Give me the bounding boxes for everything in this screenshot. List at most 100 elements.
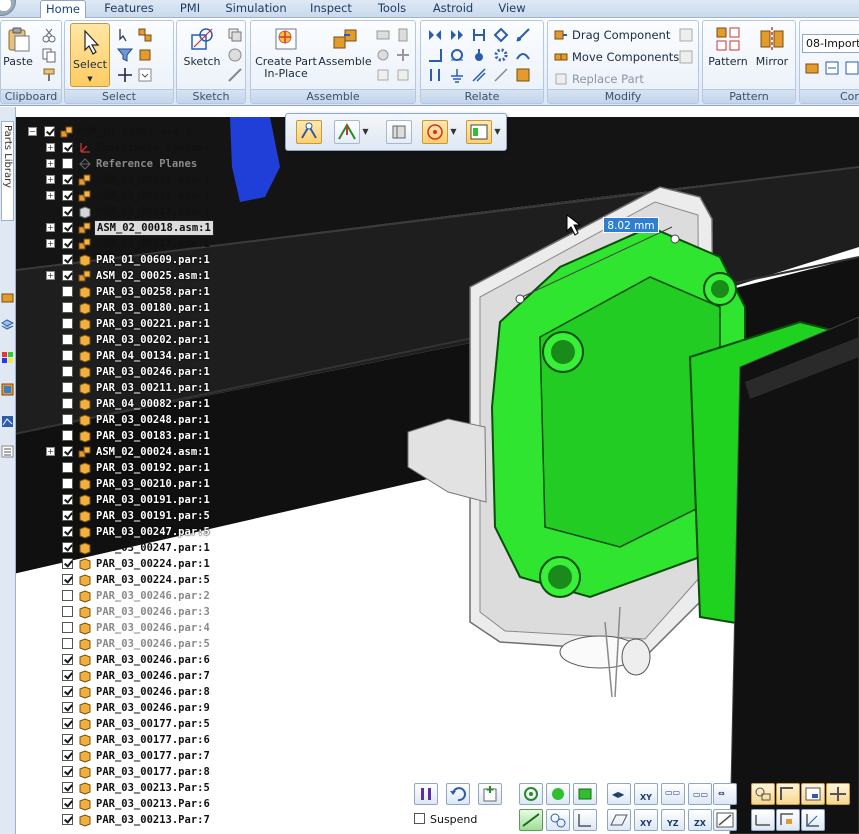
sketch-line-icon[interactable] xyxy=(227,67,243,83)
visibility-checkbox[interactable] xyxy=(62,334,73,345)
create-part-in-place-button[interactable]: Create Part In-Place xyxy=(255,25,317,80)
tab-pmi[interactable]: PMI xyxy=(172,0,208,18)
visibility-checkbox[interactable] xyxy=(62,286,73,297)
insert-icon[interactable] xyxy=(493,27,509,43)
axial-align-icon[interactable] xyxy=(471,27,487,43)
visibility-checkbox[interactable] xyxy=(62,734,73,745)
tab-astroid[interactable]: Astroid xyxy=(428,0,478,18)
expand-icon[interactable]: + xyxy=(46,223,55,232)
visibility-checkbox[interactable] xyxy=(62,654,73,665)
pattern-button[interactable]: Pattern xyxy=(707,25,749,68)
modify-tool-icon-2[interactable] xyxy=(678,49,694,65)
visibility-checkbox[interactable] xyxy=(62,494,73,505)
expand-icon[interactable]: + xyxy=(46,175,55,184)
expand-icon[interactable]: + xyxy=(46,239,55,248)
visibility-checkbox[interactable] xyxy=(62,478,73,489)
visibility-checkbox[interactable] xyxy=(62,702,73,713)
connect-icon[interactable] xyxy=(515,27,531,43)
tab-simulation[interactable]: Simulation xyxy=(220,0,292,18)
move-x-button[interactable]: ◀▶ xyxy=(607,783,631,805)
visibility-checkbox[interactable] xyxy=(62,622,73,633)
rigid-set-icon[interactable] xyxy=(471,67,487,83)
view-options-button-1[interactable] xyxy=(751,783,775,805)
select-button[interactable]: Select ▼ xyxy=(70,23,110,87)
visibility-checkbox[interactable] xyxy=(62,302,73,313)
visibility-checkbox[interactable] xyxy=(62,270,73,281)
visibility-checkbox[interactable] xyxy=(62,430,73,441)
assemble-tool-icon-1[interactable] xyxy=(375,27,391,43)
visibility-checkbox[interactable] xyxy=(62,558,73,569)
select-cross-icon[interactable] xyxy=(117,67,133,83)
assemble-button[interactable]: Assemble xyxy=(317,25,373,68)
assemble-tool-icon-5[interactable] xyxy=(375,67,391,83)
tab-home[interactable]: Home xyxy=(40,0,86,19)
collapse-icon[interactable]: − xyxy=(28,127,37,136)
drag-component-button[interactable]: Drag Component xyxy=(552,26,670,44)
assemble-tool-icon-3[interactable] xyxy=(375,47,391,63)
component-filter-button[interactable] xyxy=(386,120,412,144)
axis-select-button[interactable] xyxy=(334,120,360,144)
visibility-checkbox[interactable] xyxy=(62,606,73,617)
visibility-checkbox[interactable] xyxy=(62,158,73,169)
sketch-button[interactable]: Sketch xyxy=(181,25,223,68)
visibility-checkbox[interactable] xyxy=(62,510,73,521)
sketch-region-icon[interactable] xyxy=(227,47,243,63)
relationship-assistant-icon[interactable] xyxy=(515,67,531,83)
circle-select-button[interactable] xyxy=(546,809,570,831)
sensors-icon[interactable] xyxy=(1,383,14,396)
visibility-checkbox[interactable] xyxy=(62,750,73,761)
visibility-checkbox[interactable] xyxy=(62,318,73,329)
config-icon-3[interactable] xyxy=(844,60,859,76)
parts-library-tab[interactable]: Parts Library xyxy=(1,121,14,221)
visibility-checkbox[interactable] xyxy=(62,574,73,585)
expand-icon[interactable]: + xyxy=(46,159,55,168)
undo-button[interactable] xyxy=(446,783,470,805)
format-painter-icon[interactable] xyxy=(41,67,57,83)
config-icon-2[interactable] xyxy=(824,60,840,76)
ground-icon[interactable] xyxy=(449,67,465,83)
filter-icon[interactable] xyxy=(117,47,133,63)
visibility-checkbox[interactable] xyxy=(62,398,73,409)
free-move-button[interactable]: ⇔ xyxy=(713,783,737,805)
view-options-button-2[interactable] xyxy=(776,783,800,805)
assembly-pathfinder-icon[interactable] xyxy=(1,291,14,304)
view-options-button-3[interactable] xyxy=(801,783,825,805)
visibility-checkbox[interactable] xyxy=(62,462,73,473)
expand-icon[interactable]: + xyxy=(46,191,55,200)
display-options-dropdown-icon[interactable]: ▼ xyxy=(493,120,502,144)
expand-icon[interactable]: + xyxy=(46,447,55,456)
visibility-checkbox[interactable] xyxy=(62,638,73,649)
rotate-button[interactable] xyxy=(422,120,448,144)
add-step-button[interactable] xyxy=(478,783,502,805)
color-palette-icon[interactable] xyxy=(1,351,14,364)
visibility-checkbox[interactable] xyxy=(62,686,73,697)
corner-select-button[interactable] xyxy=(573,809,597,831)
yz-button[interactable]: YZ xyxy=(661,809,685,831)
visibility-checkbox[interactable] xyxy=(62,414,73,425)
axis-select-dropdown-icon[interactable]: ▼ xyxy=(361,120,370,144)
cam-icon[interactable] xyxy=(471,47,487,63)
assemble-tool-icon-2[interactable] xyxy=(395,27,411,43)
visibility-checkbox[interactable] xyxy=(62,814,73,825)
planar-align-icon[interactable] xyxy=(449,27,465,43)
application-button[interactable] xyxy=(0,0,16,16)
cut-icon[interactable] xyxy=(41,27,57,43)
xy-button[interactable]: XY xyxy=(634,809,658,831)
visibility-checkbox[interactable] xyxy=(62,366,73,377)
tab-features[interactable]: Features xyxy=(98,0,160,18)
measure-button[interactable] xyxy=(519,809,543,831)
visibility-checkbox[interactable] xyxy=(62,382,73,393)
tab-view[interactable]: View xyxy=(492,0,532,18)
view-button-5[interactable] xyxy=(751,809,775,831)
visibility-checkbox[interactable] xyxy=(62,782,73,793)
assemble-tool-icon-6[interactable] xyxy=(395,67,411,83)
rotate-dropdown-icon[interactable]: ▼ xyxy=(449,120,458,144)
select-component-icon[interactable] xyxy=(137,27,153,43)
assemble-tool-icon-4[interactable] xyxy=(395,47,411,63)
features-library-icon[interactable] xyxy=(1,415,14,428)
paste-button[interactable]: Paste xyxy=(3,25,33,68)
visibility-checkbox[interactable] xyxy=(62,718,73,729)
family-members-icon[interactable] xyxy=(1,445,14,458)
visibility-checkbox[interactable] xyxy=(62,206,73,217)
diagonal-button[interactable] xyxy=(713,809,737,831)
